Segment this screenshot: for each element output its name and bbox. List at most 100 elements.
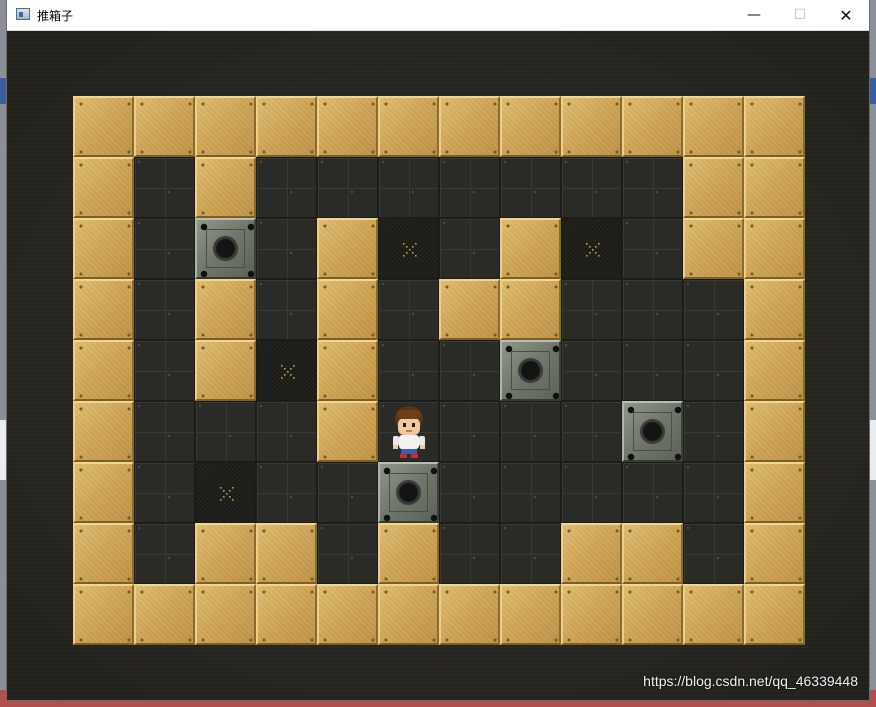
wall-tile bbox=[744, 218, 805, 279]
wall-tile bbox=[500, 218, 561, 279]
floor-tile bbox=[500, 157, 561, 218]
wall-tile bbox=[195, 96, 256, 157]
maximize-button[interactable]: ☐ bbox=[777, 0, 823, 30]
target-tile bbox=[378, 218, 439, 279]
floor-tile bbox=[256, 401, 317, 462]
wall-tile bbox=[73, 401, 134, 462]
wall-tile bbox=[195, 157, 256, 218]
wall-tile bbox=[683, 584, 744, 645]
wall-tile bbox=[317, 340, 378, 401]
wall-tile bbox=[134, 96, 195, 157]
floor-tile bbox=[256, 157, 317, 218]
wall-tile bbox=[744, 401, 805, 462]
wall-tile bbox=[378, 584, 439, 645]
floor-tile bbox=[195, 401, 256, 462]
wall-tile bbox=[439, 584, 500, 645]
floor-tile bbox=[561, 401, 622, 462]
floor-tile bbox=[134, 157, 195, 218]
wall-tile bbox=[744, 523, 805, 584]
floor-tile bbox=[134, 462, 195, 523]
floor-tile bbox=[439, 401, 500, 462]
crate-tile bbox=[378, 462, 439, 523]
wall-tile bbox=[561, 523, 622, 584]
crate-tile bbox=[622, 401, 683, 462]
floor-tile bbox=[683, 279, 744, 340]
title-bar[interactable]: 推箱子 — ☐ ✕ bbox=[7, 0, 869, 31]
close-button[interactable]: ✕ bbox=[823, 0, 869, 30]
game-canvas[interactable] bbox=[7, 31, 869, 700]
watermark: https://blog.csdn.net/qq_46339448 bbox=[643, 673, 858, 689]
wall-tile bbox=[256, 523, 317, 584]
wall-tile bbox=[683, 157, 744, 218]
floor-tile bbox=[561, 340, 622, 401]
wall-tile bbox=[73, 340, 134, 401]
floor-tile bbox=[500, 401, 561, 462]
wall-tile bbox=[561, 584, 622, 645]
wall-tile bbox=[683, 218, 744, 279]
wall-tile bbox=[744, 584, 805, 645]
floor-tile bbox=[134, 401, 195, 462]
wall-tile bbox=[317, 218, 378, 279]
target-x-icon bbox=[281, 365, 295, 379]
wall-tile bbox=[195, 340, 256, 401]
floor-tile bbox=[439, 157, 500, 218]
floor-tile bbox=[622, 462, 683, 523]
floor-tile bbox=[561, 279, 622, 340]
floor-tile bbox=[317, 157, 378, 218]
wall-tile bbox=[500, 584, 561, 645]
wall-tile bbox=[561, 96, 622, 157]
wall-tile bbox=[744, 462, 805, 523]
target-x-icon bbox=[403, 243, 417, 257]
wall-tile bbox=[378, 96, 439, 157]
floor-tile bbox=[439, 340, 500, 401]
wall-tile bbox=[73, 523, 134, 584]
wall-tile bbox=[317, 584, 378, 645]
window-title: 推箱子 bbox=[37, 9, 74, 23]
wall-tile bbox=[622, 584, 683, 645]
floor-tile bbox=[683, 462, 744, 523]
wall-tile bbox=[683, 96, 744, 157]
wall-tile bbox=[439, 96, 500, 157]
floor-tile bbox=[683, 340, 744, 401]
target-tile bbox=[561, 218, 622, 279]
wall-tile bbox=[744, 157, 805, 218]
floor-tile bbox=[439, 462, 500, 523]
wall-tile bbox=[744, 96, 805, 157]
wall-tile bbox=[134, 584, 195, 645]
wall-tile bbox=[439, 279, 500, 340]
floor-tile bbox=[561, 462, 622, 523]
floor-tile bbox=[378, 157, 439, 218]
wall-tile bbox=[744, 340, 805, 401]
wall-tile bbox=[73, 584, 134, 645]
wall-tile bbox=[73, 462, 134, 523]
wall-tile bbox=[744, 279, 805, 340]
wall-tile bbox=[500, 96, 561, 157]
wall-tile bbox=[73, 96, 134, 157]
game-window: 推箱子 — ☐ ✕ https://blog.csdn.net/qq_46339… bbox=[7, 0, 869, 700]
floor-tile bbox=[622, 218, 683, 279]
minimize-button[interactable]: — bbox=[731, 0, 777, 30]
floor-tile bbox=[378, 279, 439, 340]
target-x-icon bbox=[586, 243, 600, 257]
crate-tile bbox=[195, 218, 256, 279]
wall-tile bbox=[73, 218, 134, 279]
floor-tile bbox=[134, 523, 195, 584]
wall-tile bbox=[378, 523, 439, 584]
floor-tile bbox=[622, 157, 683, 218]
floor-tile bbox=[256, 462, 317, 523]
floor-tile bbox=[622, 279, 683, 340]
floor-tile bbox=[439, 523, 500, 584]
wall-tile bbox=[622, 96, 683, 157]
floor-tile bbox=[378, 340, 439, 401]
floor-tile bbox=[683, 523, 744, 584]
floor-tile bbox=[134, 218, 195, 279]
floor-tile bbox=[622, 340, 683, 401]
app-icon bbox=[16, 8, 30, 20]
floor-tile bbox=[134, 340, 195, 401]
floor-tile bbox=[134, 279, 195, 340]
wall-tile bbox=[500, 279, 561, 340]
wall-tile bbox=[195, 523, 256, 584]
target-x-icon bbox=[220, 487, 234, 501]
wall-tile bbox=[195, 584, 256, 645]
floor-tile bbox=[317, 523, 378, 584]
